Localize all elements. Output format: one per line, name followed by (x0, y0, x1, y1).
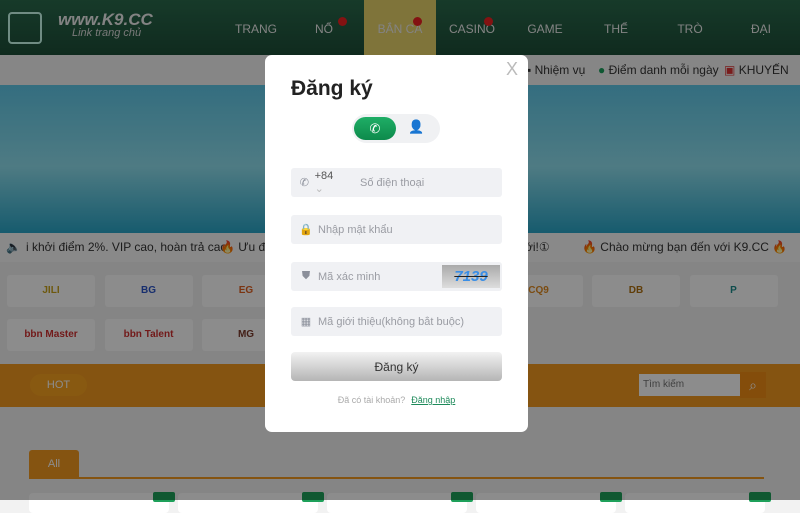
country-code-select[interactable]: +84 ⌄ (315, 170, 338, 195)
phone-icon: ✆ (299, 177, 309, 189)
phone-method-button[interactable]: ✆ (354, 117, 396, 140)
shield-icon: ⛊ (301, 270, 311, 282)
chevron-down-icon: ⌄ (314, 183, 324, 195)
captcha-field: ⛊ 7139 (291, 262, 502, 291)
qr-code-icon: ▦ (300, 316, 312, 328)
close-icon[interactable]: X (506, 59, 518, 80)
phone-input[interactable] (360, 176, 502, 189)
phone-field: ✆ +84 ⌄ (291, 168, 502, 197)
captcha-image[interactable]: 7139 (442, 265, 500, 288)
user-icon: 👤 (408, 119, 425, 134)
register-button[interactable]: Đăng ký (291, 352, 502, 381)
referral-field: ▦ (291, 307, 502, 336)
register-method-toggle: ✆ 👤 (352, 114, 440, 143)
phone-icon: ✆ (369, 121, 381, 136)
login-prompt: Đã có tài khoản? Đăng nhập (265, 395, 528, 405)
login-link[interactable]: Đăng nhập (411, 395, 455, 405)
referral-input[interactable] (318, 315, 502, 328)
password-input[interactable] (318, 223, 502, 236)
register-modal: X Đăng ký ✆ 👤 ✆ +84 ⌄ 🔒 ⛊ 7139 ▦ Đăng ký… (265, 55, 528, 432)
have-account-text: Đã có tài khoản? (337, 395, 406, 405)
lock-icon: 🔒 (299, 224, 313, 236)
account-method-button[interactable]: 👤 (408, 119, 424, 135)
password-field: 🔒 (291, 215, 502, 244)
modal-title: Đăng ký (291, 77, 373, 100)
